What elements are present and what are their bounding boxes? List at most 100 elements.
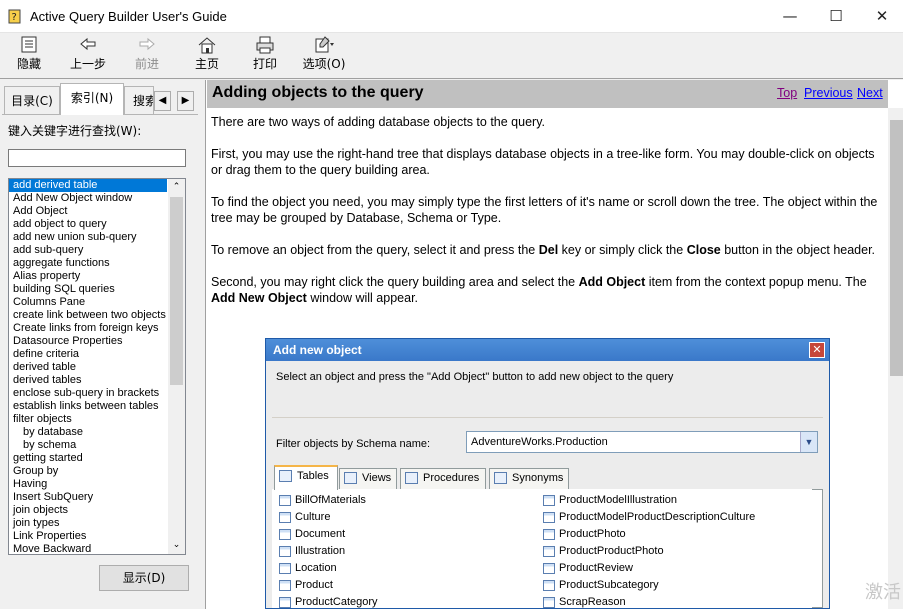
tab-scroll-right[interactable]: ▶ [177,91,194,111]
nav-top-link[interactable]: Top [777,86,797,100]
chevron-down-icon: ▼ [800,432,817,452]
index-list-item[interactable]: Add Object [9,205,185,218]
topic-title: Adding objects to the query [212,84,424,101]
index-list-item[interactable]: by database [9,426,185,439]
dialog-table-item: ProductCategory [277,594,537,608]
index-list-item[interactable]: establish links between tables [9,400,185,413]
tab-index[interactable]: 索引(N) [60,83,124,115]
keyword-label: 键入关键字进行查找(W): [8,124,142,138]
scrollbar-thumb[interactable] [170,197,183,385]
dialog-tab-views: Views [339,468,397,489]
dialog-tab-procedures: Procedures [400,468,486,489]
table-icon [279,580,291,591]
dialog-table-item: ProductPhoto [541,526,811,543]
hide-pane-icon [21,36,37,53]
index-list-item[interactable]: define criteria [9,348,185,361]
home-button[interactable]: 主页 [188,35,226,75]
scroll-down-arrow-icon[interactable]: ⌄ [168,537,185,554]
back-button[interactable]: 上一步 [66,35,110,75]
dialog-table-item: ProductModelIllustration [541,492,811,509]
paragraph: First, you may use the right-hand tree t… [211,147,875,177]
options-icon [315,36,334,53]
filter-label: Filter objects by Schema name: [276,438,431,450]
index-list-item[interactable]: Having [9,478,185,491]
index-list-item[interactable]: aggregate functions [9,257,185,270]
index-list-item[interactable]: Group by [9,465,185,478]
tab-contents[interactable]: 目录(C) [4,86,60,115]
index-list-item[interactable]: Create links from foreign keys [9,322,185,335]
options-button[interactable]: 选项(O) [300,35,348,75]
forward-arrow-icon [139,37,155,51]
toolbar: 隐藏 上一步 前进 主页 打印 选项(O) [0,33,903,79]
index-list-item[interactable]: join objects [9,504,185,517]
dialog-table-item: Illustration [277,543,537,560]
table-icon [543,546,555,557]
forward-button[interactable]: 前进 [128,35,166,75]
table-icon [543,512,555,523]
index-list-item[interactable]: getting started [9,452,185,465]
index-list-item[interactable]: add sub-query [9,244,185,257]
topic-scrollbar-thumb[interactable] [890,120,903,376]
index-list-item[interactable]: derived tables [9,374,185,387]
index-list-item[interactable]: by schema [9,439,185,452]
close-button[interactable]: ✕ [859,0,903,33]
schema-select: AdventureWorks.Production ▼ [466,431,818,453]
maximize-button[interactable]: ☐ [813,0,859,33]
keyword-input[interactable] [8,149,186,167]
dialog-table-item: ProductModelProductDescriptionCulture [541,509,811,526]
dialog-table-item: Culture [277,509,537,526]
print-button[interactable]: 打印 [246,35,284,75]
table-icon [543,597,555,608]
table-icon [279,597,291,608]
dialog-table-item: BillOfMaterials [277,492,537,509]
toolbar-separator [0,78,903,79]
minimize-button[interactable]: — [767,0,813,33]
index-list-item[interactable]: Add New Object window [9,192,185,205]
index-list-item[interactable]: add derived table [9,179,167,192]
index-list-item[interactable]: join types [9,517,185,530]
table-icon [543,563,555,574]
help-book-icon: ? [8,9,21,24]
index-list-scrollbar[interactable]: ⌃ ⌄ [168,179,185,554]
table-icon [279,546,291,557]
show-button[interactable]: 显示(D) [99,565,189,591]
table-icon [279,563,291,574]
title-bar: ? Active Query Builder User's Guide — ☐ … [0,0,903,33]
index-list-item[interactable]: Datasource Properties [9,335,185,348]
index-list-item[interactable]: building SQL queries [9,283,185,296]
view-icon [344,472,357,484]
paragraph: To find the object you need, you may sim… [211,195,878,225]
printer-icon [256,36,274,54]
nav-previous-link[interactable]: Previous [804,86,853,100]
back-arrow-icon [80,37,96,51]
index-list-item[interactable]: filter objects [9,413,185,426]
index-list-item[interactable]: enclose sub-query in brackets [9,387,185,400]
index-list-item[interactable]: Move Backward [9,543,185,554]
topic-content: There are two ways of adding database ob… [211,114,881,322]
index-list-item[interactable]: Insert SubQuery [9,491,185,504]
index-list-item[interactable]: Alias property [9,270,185,283]
dialog-table-item: ProductReview [541,560,811,577]
index-list[interactable]: add derived table Add New Object window Ad… [8,178,186,555]
index-list-item[interactable]: add object to query [9,218,185,231]
table-icon [543,495,555,506]
nav-next-link[interactable]: Next [857,86,883,100]
dialog-table-item: Location [277,560,537,577]
index-list-item[interactable]: derived table [9,361,185,374]
hide-button[interactable]: 隐藏 [10,35,48,75]
index-list-item[interactable]: create link between two objects [9,309,185,322]
table-icon [279,470,292,482]
dialog-title: Add new object [266,339,829,361]
index-list-item[interactable]: add new union sub-query [9,231,185,244]
dialog-tab-tables: Tables [274,465,338,490]
dialog-table-item: ProductSubcategory [541,577,811,594]
index-list-item[interactable]: Columns Pane [9,296,185,309]
tab-search[interactable]: 搜索 [124,86,154,115]
table-icon [543,580,555,591]
svg-text:?: ? [12,12,17,23]
home-icon [198,37,216,54]
scroll-up-arrow-icon[interactable]: ⌃ [168,179,185,196]
chevron-right-icon: ▶ [181,95,190,106]
index-list-item[interactable]: Link Properties [9,530,185,543]
tab-scroll-left[interactable]: ◀ [154,91,171,111]
